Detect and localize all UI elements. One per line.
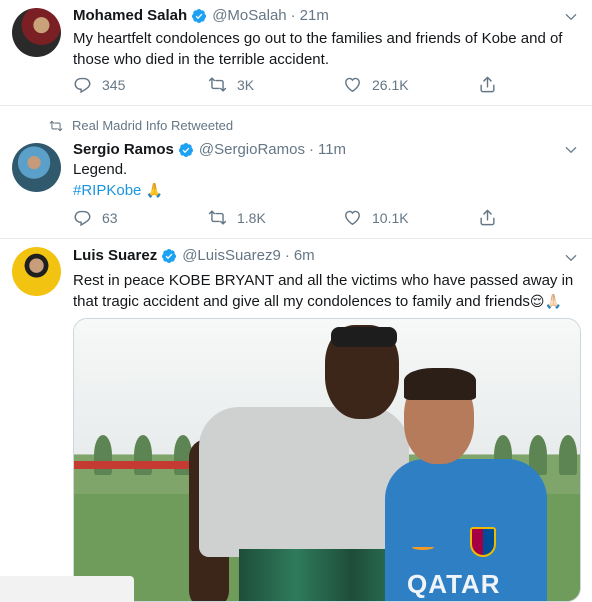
photo-person-shorts [239, 549, 409, 601]
chevron-down-icon[interactable] [564, 251, 578, 265]
reply-button[interactable]: 345 [73, 75, 208, 94]
retweeted-by-label: Real Madrid Info Retweeted [72, 118, 234, 133]
display-name[interactable]: Sergio Ramos [73, 141, 174, 158]
photo-swoosh-logo [412, 544, 434, 550]
timestamp[interactable]: 6m [294, 247, 315, 264]
share-icon [478, 75, 497, 94]
like-button[interactable]: 10.1K [343, 208, 478, 227]
retweeted-context[interactable]: Real Madrid Info Retweeted [49, 118, 233, 133]
share-button[interactable] [478, 208, 508, 227]
retweet-count: 1.8K [237, 209, 266, 226]
photo-tree [559, 435, 577, 475]
separator: · [290, 7, 296, 24]
photo-person-hair [404, 368, 476, 400]
retweet-icon [49, 119, 63, 133]
tweet-text: Legend. #RIPKobe 🙏 [73, 159, 578, 202]
photo-person-shirt [199, 407, 409, 557]
retweet-button[interactable]: 3K [208, 75, 343, 94]
retweet-icon [208, 75, 227, 94]
photo-sunglasses [331, 327, 397, 347]
tweet-header: Mohamed Salah @MoSalah · 21m [73, 7, 329, 24]
retweet-button[interactable]: 1.8K [208, 208, 343, 227]
reply-count: 63 [102, 209, 118, 226]
reply-count: 345 [102, 76, 126, 93]
like-count: 26.1K [372, 76, 409, 93]
relieved-pray-emoji: 😌🙏🏻 [529, 294, 562, 310]
pray-emoji: 🙏 [145, 183, 163, 199]
hashtag-link[interactable]: #RIPKobe [73, 182, 141, 199]
photo-tree [134, 435, 152, 475]
verified-badge-icon [178, 142, 194, 158]
tweet-text-line: #RIPKobe 🙏 [73, 180, 578, 202]
avatar[interactable] [12, 143, 61, 192]
tweet-header: Luis Suarez @LuisSuarez9 · 6m [73, 247, 315, 264]
photo-tree [94, 435, 112, 475]
like-icon [343, 75, 362, 94]
share-button[interactable] [478, 75, 508, 94]
like-icon [343, 208, 362, 227]
tweet-text: My heartfelt condolences go out to the f… [73, 30, 563, 68]
tweet-mohamed-salah[interactable]: Mohamed Salah @MoSalah · 21m My heartfel… [0, 0, 592, 106]
reply-button[interactable]: 63 [73, 208, 208, 227]
reply-icon [73, 208, 92, 227]
tweet-photo[interactable]: QATAR [73, 318, 581, 602]
tweet-luis-suarez[interactable]: Luis Suarez @LuisSuarez9 · 6m Rest in pe… [0, 239, 592, 602]
photo-jersey-text: QATAR [407, 569, 501, 599]
user-handle[interactable]: @MoSalah [212, 7, 286, 24]
retweet-icon [208, 208, 227, 227]
photo-club-crest [470, 527, 496, 557]
timestamp[interactable]: 11m [318, 141, 346, 158]
tweet-actions: 63 1.8K 10.1K [73, 208, 513, 227]
verified-badge-icon [191, 8, 207, 24]
tweet-sergio-ramos[interactable]: Real Madrid Info Retweeted Sergio Ramos … [0, 106, 592, 239]
verified-badge-icon [161, 248, 177, 264]
tweet-header: Sergio Ramos @SergioRamos · 11m [73, 141, 346, 158]
reply-icon [73, 75, 92, 94]
like-count: 10.1K [372, 209, 409, 226]
display-name[interactable]: Luis Suarez [73, 247, 157, 264]
share-icon [478, 208, 497, 227]
tweet-text-line: Legend. [73, 161, 128, 178]
timestamp[interactable]: 21m [300, 7, 329, 24]
tweet-text-body: Rest in peace KOBE BRYANT and all the vi… [73, 272, 574, 310]
display-name[interactable]: Mohamed Salah [73, 7, 187, 24]
user-handle[interactable]: @LuisSuarez9 [182, 247, 281, 264]
like-button[interactable]: 26.1K [343, 75, 478, 94]
retweet-count: 3K [237, 76, 255, 93]
tweet-text: Rest in peace KOBE BRYANT and all the vi… [73, 270, 578, 313]
tweet-actions: 345 3K 26.1K [73, 75, 513, 94]
scroll-overlay [0, 576, 134, 602]
separator: · [284, 247, 290, 264]
chevron-down-icon[interactable] [564, 143, 578, 157]
user-handle[interactable]: @SergioRamos [199, 141, 305, 158]
separator: · [308, 141, 314, 158]
chevron-down-icon[interactable] [564, 10, 578, 24]
avatar[interactable] [12, 8, 61, 57]
avatar[interactable] [12, 247, 61, 296]
